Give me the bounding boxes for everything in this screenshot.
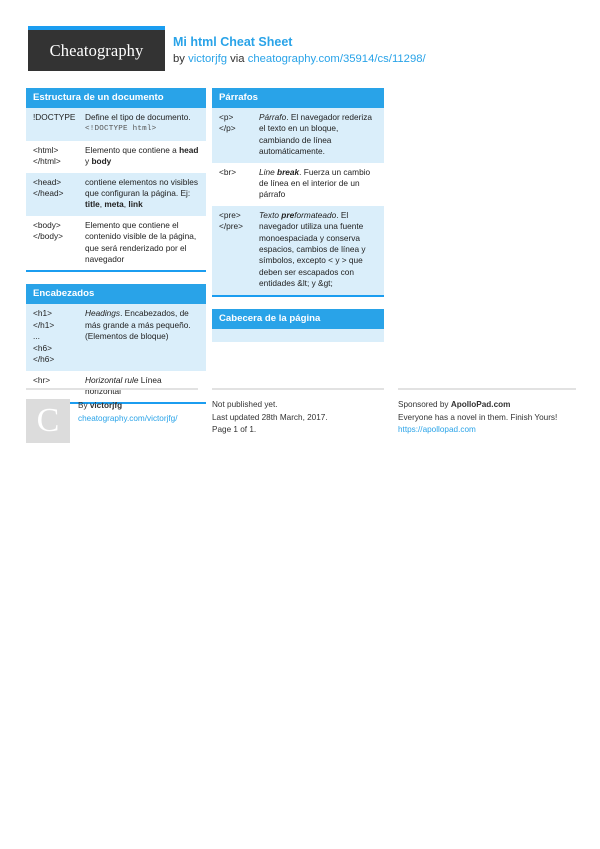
table-row: !DOCTYPE Define el tipo de documento. <!DO… — [26, 108, 206, 141]
card-rows: <p> </p> Párrafo. El navegador rederiza el… — [212, 108, 384, 295]
sponsor-url-line: https://apollopad.com — [398, 424, 576, 437]
footer-author-url-link[interactable]: cheatography.com/victorjfg/ — [78, 414, 178, 423]
card-title: Párrafos — [212, 88, 384, 108]
table-row: <p> </p> Párrafo. El navegador rederiza el… — [212, 108, 384, 163]
cheatography-logo[interactable]: Cheatography — [28, 26, 165, 71]
cheat-card: Cabecera de la página — [212, 308, 384, 342]
table-row: <head> </head> contiene elementos no visib… — [26, 172, 206, 216]
cheat-sheet-page: Cheatography Mi html Cheat Sheet by vict… — [0, 0, 600, 849]
row-key: <body> </body> — [33, 219, 63, 242]
logo-text: Cheatography — [49, 40, 144, 60]
table-row: <body> </body> Elemento que contiene el co… — [26, 215, 206, 271]
sponsor-url-link[interactable]: https://apollopad.com — [398, 425, 476, 434]
cheat-card: Párrafos <p> </p> Párrafo. El navegador red… — [212, 88, 384, 297]
row-value: Texto preformateado. El navegador utiliz… — [259, 209, 366, 289]
sponsor-line: Sponsored by ApolloPad.com — [398, 399, 576, 412]
row-key: <html> </html> — [33, 144, 61, 167]
row-key: <br> — [219, 166, 237, 177]
table-row: <pre> </pre> Texto preformateado. El naveg… — [212, 205, 384, 295]
table-row: <h1> </h1>... <h6> </h6> Headings. Encabezad… — [26, 304, 206, 371]
sponsor-name: ApolloPad.com — [450, 400, 511, 409]
page-info: Page 1 of 1. — [212, 425, 257, 434]
row-value: Elemento que contiene el contenido visib… — [85, 219, 197, 265]
empty-row — [212, 328, 384, 342]
publish-status: Not published yet. — [212, 400, 278, 409]
sponsor-prefix: Sponsored by — [398, 400, 451, 409]
title-block: Mi html Cheat Sheet by victorjfg via che… — [173, 34, 426, 67]
card-title: Encabezados — [26, 284, 206, 305]
table-row: <html> </html> Elemento que contiene a hea… — [26, 140, 206, 173]
sponsor-tagline: Everyone has a novel in them. Finish You… — [398, 412, 558, 422]
row-value: Párrafo. El navegador rederiza el texto … — [259, 112, 373, 157]
footer-by-label: By — [78, 401, 90, 410]
row-code: <!DOCTYPE html> — [85, 125, 157, 134]
source-url-link[interactable]: cheatography.com/35914/cs/11298/ — [248, 53, 426, 65]
card-rows: !DOCTYPE Define el tipo de documento. <!DO… — [26, 108, 206, 271]
avatar-letter: C — [36, 402, 60, 439]
row-key: <h1> </h1>... <h6> </h6> — [33, 308, 55, 365]
cheat-card: Estructura de un documento !DOCTYPE Define… — [26, 88, 206, 273]
row-key: <p> </p> — [219, 112, 236, 134]
page-title: Mi html Cheat Sheet — [173, 35, 293, 49]
footer-author-column: C By victorjfg cheatography.com/victorjf… — [26, 388, 198, 443]
row-value: Define el tipo de documento. <!DOCTYPE ht… — [85, 112, 199, 136]
row-key: !DOCTYPE — [33, 112, 76, 122]
byline-prefix: by — [173, 53, 189, 65]
left-column: Estructura de un documento !DOCTYPE Define… — [26, 88, 206, 416]
row-key: <head> </head> — [33, 176, 64, 199]
card-rows — [212, 328, 384, 342]
right-column: Párrafos <p> </p> Párrafo. El navegador red… — [212, 88, 384, 354]
card-title: Estructura de un documento — [26, 88, 206, 108]
footer-author-name: victorjfg — [89, 401, 123, 410]
row-value: Elemento que contiene a head y body — [85, 144, 199, 167]
page-header: Cheatography Mi html Cheat Sheet by vict… — [28, 26, 576, 76]
byline-via: via — [227, 53, 248, 65]
row-value: Line break. Fuerza un cambio de línea en… — [259, 166, 371, 200]
row-value: Headings. Encabezados, de más grande a m… — [85, 308, 191, 342]
author-link[interactable]: victorjfg — [188, 53, 227, 65]
table-row: <br> Line break. Fuerza un cambio de líne… — [212, 162, 384, 206]
footer-publish-column: Not published yet. Last updated 28th Mar… — [212, 388, 384, 437]
cheat-card: Encabezados <h1> </h1>... <h6> </h6> Headings… — [26, 284, 206, 405]
footer-author-line: By victorjfg — [78, 400, 178, 413]
byline: by victorjfg via cheatography.com/35914/… — [173, 51, 426, 67]
last-updated: Last updated 28th March, 2017. — [212, 412, 328, 422]
avatar: C — [26, 399, 70, 443]
card-title: Cabecera de la página — [212, 308, 384, 329]
footer-sponsor-column: Sponsored by ApolloPad.com Everyone has … — [398, 388, 576, 437]
footer-author-url-line: cheatography.com/victorjfg/ — [78, 413, 178, 426]
row-key: <pre> </pre> — [219, 209, 243, 232]
row-value: contiene elementos no visibles que confi… — [85, 176, 198, 210]
